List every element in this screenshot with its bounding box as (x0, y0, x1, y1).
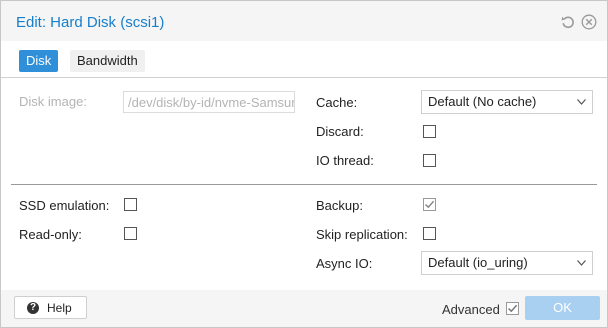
dialog-title: Edit: Hard Disk (scsi1) (16, 14, 165, 31)
io-thread-label: IO thread: (316, 153, 374, 168)
question-circle-icon: ? (27, 302, 39, 314)
dialog-titlebar[interactable]: Edit: Hard Disk (scsi1) (1, 1, 607, 41)
close-icon[interactable] (581, 14, 597, 30)
help-button-label: Help (47, 301, 72, 315)
help-button[interactable]: ? Help (14, 296, 87, 319)
cache-select-value: Default (No cache) (428, 94, 537, 109)
dialog-footer: ? Help Advanced OK (1, 290, 607, 327)
backup-label: Backup: (316, 198, 363, 213)
edit-hard-disk-dialog: Edit: Hard Disk (scsi1) Disk Bandwidth D… (0, 0, 608, 328)
skip-replication-label: Skip replication: (316, 227, 408, 242)
tab-bandwidth[interactable]: Bandwidth (70, 50, 145, 72)
discard-label: Discard: (316, 124, 364, 139)
reset-icon[interactable] (560, 14, 576, 30)
advanced-checkbox[interactable] (506, 302, 519, 315)
advanced-label: Advanced (442, 302, 500, 317)
backup-checkbox[interactable] (423, 198, 436, 211)
cache-select[interactable]: Default (No cache) (421, 90, 593, 114)
async-io-select[interactable]: Default (io_uring) (421, 251, 593, 275)
section-divider (11, 184, 597, 185)
io-thread-checkbox[interactable] (423, 154, 436, 167)
disk-image-label: Disk image: (19, 94, 87, 109)
async-io-select-value: Default (io_uring) (428, 255, 528, 270)
tab-bar: Disk Bandwidth (1, 41, 607, 78)
ok-button[interactable]: OK (525, 296, 600, 320)
check-icon (425, 200, 435, 209)
tab-disk[interactable]: Disk (19, 50, 59, 72)
cache-label: Cache: (316, 95, 358, 110)
async-io-label: Async IO: (316, 256, 373, 271)
chevron-down-icon (577, 260, 586, 266)
discard-checkbox[interactable] (423, 125, 436, 138)
skip-replication-checkbox[interactable] (423, 227, 436, 240)
check-icon (508, 304, 518, 313)
chevron-down-icon (577, 99, 586, 105)
ssd-emulation-checkbox[interactable] (124, 198, 137, 211)
ssd-emulation-label: SSD emulation: (19, 198, 110, 213)
disk-image-field: /dev/disk/by-id/nvme-Samsung (123, 91, 295, 113)
read-only-checkbox[interactable] (124, 227, 137, 240)
read-only-label: Read-only: (19, 227, 82, 242)
